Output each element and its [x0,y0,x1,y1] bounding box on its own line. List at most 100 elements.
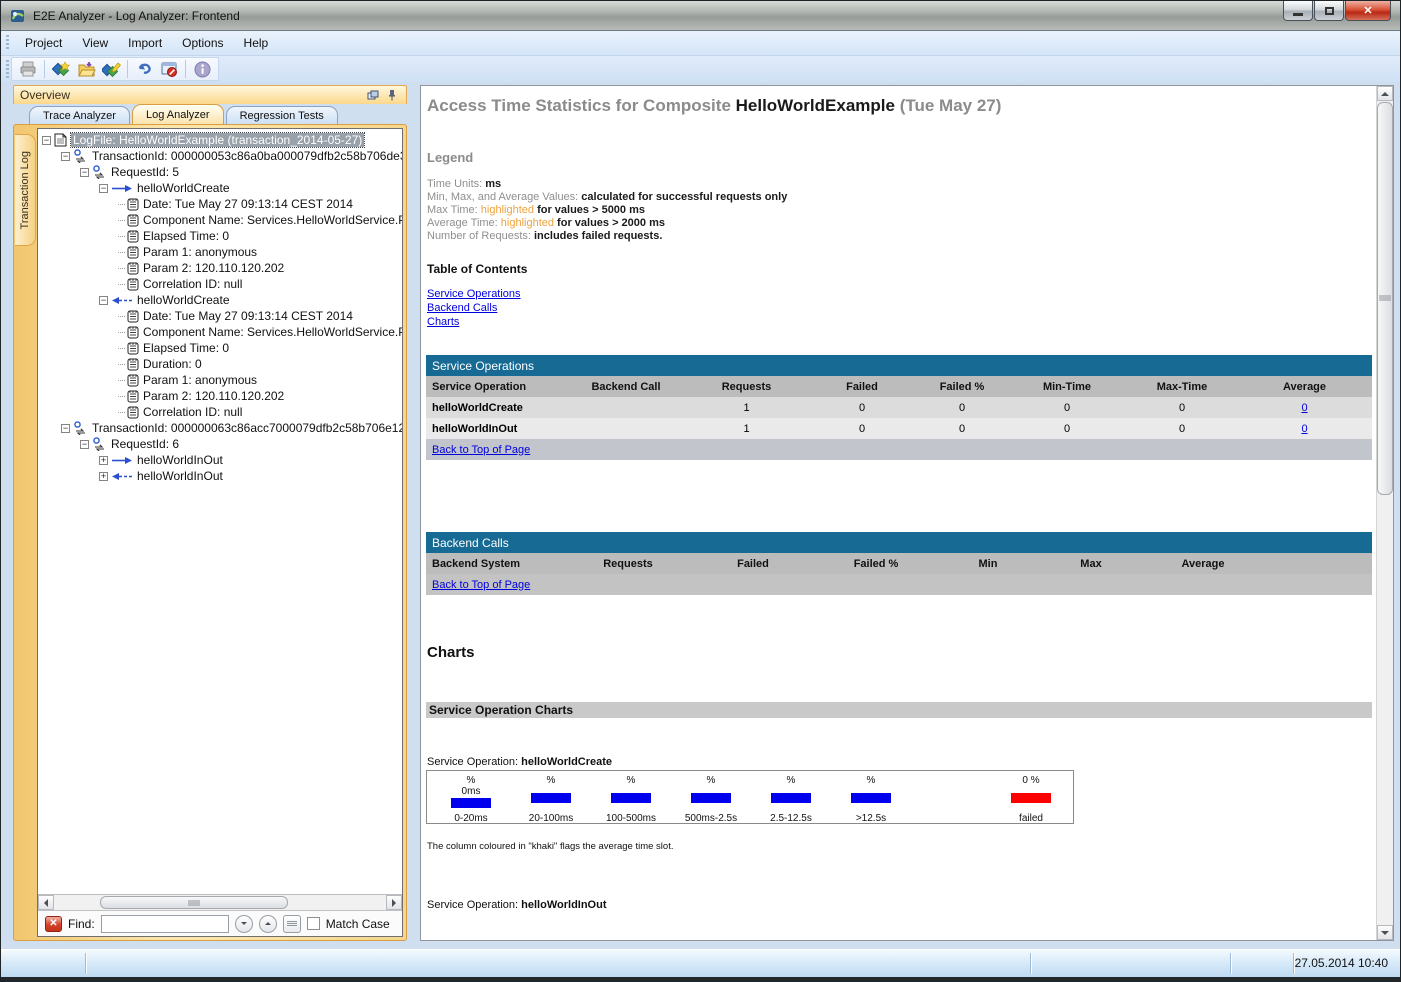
find-previous-icon[interactable] [259,915,277,933]
table-footer: Back to Top of Page [426,574,1372,595]
tree-row[interactable]: Correlation ID: null [42,404,402,420]
transaction-log-side-tab[interactable]: Transaction Log [15,134,36,246]
tree-row[interactable]: Component Name: Services.HelloWorldServi… [42,212,402,228]
chart-1: %0ms0-20ms%20-100ms%100-500ms%500ms-2.5s… [426,770,1074,824]
transaction-tree-box: −LogFile: HelloWorldExample (transaction… [37,128,403,937]
float-window-icon[interactable] [365,88,381,102]
doc-icon [127,358,139,371]
column-header-row: Service OperationBackend CallRequestsFai… [426,376,1372,397]
find-close-button[interactable]: ✕ [45,916,62,932]
printer-icon[interactable] [17,58,39,80]
tree-row[interactable]: −TransactionId: 000000053c86a0ba000079df… [42,148,402,164]
analyzer-edit-icon[interactable] [100,58,122,80]
tree-expander-icon[interactable]: − [80,168,89,177]
tree-row[interactable]: −helloWorldCreate [42,180,402,196]
scroll-right-icon[interactable] [386,895,402,910]
tree-row[interactable]: Param 2: 120.110.120.202 [42,260,402,276]
tree-expander-icon[interactable]: − [80,440,89,449]
menu-item-project[interactable]: Project [15,32,72,54]
transaction-icon [73,149,88,163]
tree-node-label: helloWorldInOut [137,469,223,483]
toc-link-service-operations[interactable]: Service Operations [427,288,521,300]
open-log-icon[interactable] [75,58,97,80]
scroll-down-icon[interactable] [1377,925,1393,940]
scroll-thumb[interactable] [100,896,288,909]
menu-item-options[interactable]: Options [172,32,233,54]
overview-panel-body: Transaction Log −LogFile: HelloWorldExam… [13,124,407,941]
tree-row[interactable]: Duration: 0 [42,356,402,372]
menu-item-import[interactable]: Import [118,32,172,54]
find-input[interactable] [101,915,229,933]
tree-expander-icon[interactable]: − [61,152,70,161]
tab-regression-tests[interactable]: Regression Tests [226,106,338,124]
match-case-checkbox[interactable] [307,917,320,930]
tree-row[interactable]: Elapsed Time: 0 [42,340,402,356]
toc-link-charts[interactable]: Charts [427,316,521,328]
tree-row[interactable]: −RequestId: 5 [42,164,402,180]
tab-trace-analyzer[interactable]: Trace Analyzer [29,106,130,124]
tree-row[interactable]: Param 2: 120.110.120.202 [42,388,402,404]
toc-link-backend-calls[interactable]: Backend Calls [427,302,521,314]
tree-node-label: Date: Tue May 27 09:13:14 CEST 2014 [143,197,353,211]
chart-1-caption: The column coloured in "khaki" flags the… [427,841,673,852]
back-to-top-link[interactable]: Back to Top of Page [432,444,530,456]
tree-expander-icon[interactable]: + [99,456,108,465]
toolbar [1,56,1400,82]
match-case-label: Match Case [326,917,390,931]
scroll-left-icon[interactable] [38,895,54,910]
average-link[interactable]: 0 [1301,423,1307,435]
screen-capture-icon[interactable] [158,58,180,80]
tree-expander-icon[interactable]: − [61,424,70,433]
tree-connector [118,252,125,253]
tree-row[interactable]: Param 1: anonymous [42,244,402,260]
back-to-top-link[interactable]: Back to Top of Page [432,579,530,591]
tree-connector [118,284,125,285]
table-cell [566,397,686,418]
tree-row[interactable]: −helloWorldCreate [42,292,402,308]
minimize-button[interactable] [1283,1,1313,21]
close-button[interactable]: ✕ [1345,1,1391,21]
tree-expander-icon[interactable]: − [99,184,108,193]
average-link[interactable]: 0 [1301,402,1307,414]
pin-icon[interactable] [384,88,400,102]
tree-expander-icon[interactable]: − [42,136,51,145]
analyzer-run-icon[interactable] [50,58,72,80]
tree-row[interactable]: Component Name: Services.HelloWorldServi… [42,324,402,340]
table-cell: 1 [686,418,807,439]
tree-row[interactable]: Correlation ID: null [42,276,402,292]
chart-bar [851,793,891,803]
find-next-icon[interactable] [235,915,253,933]
tree-row[interactable]: −LogFile: HelloWorldExample (transaction… [42,132,402,148]
restore-button[interactable] [1314,1,1344,21]
tree-expander-icon[interactable]: + [99,472,108,481]
scroll-up-icon[interactable] [1377,86,1393,101]
table-cell: 0 [917,397,1007,418]
service-operations-table: Service OperationsService OperationBacke… [426,355,1372,460]
tree-row[interactable]: +helloWorldInOut [42,452,402,468]
scroll-thumb[interactable] [1377,102,1393,495]
tree-row[interactable]: Elapsed Time: 0 [42,228,402,244]
overview-tabs: Trace AnalyzerLog AnalyzerRegression Tes… [13,104,407,124]
chart-bar [451,798,491,808]
window-bottom-edge [1,977,1400,981]
tree-row[interactable]: −RequestId: 6 [42,436,402,452]
highlight-all-icon[interactable] [283,915,301,933]
tree-row[interactable]: −TransactionId: 000000063c86acc7000079df… [42,420,402,436]
tree-row[interactable]: + helloWorldInOut [42,468,402,484]
column-header: Backend System [426,553,566,574]
tree-row[interactable]: Date: Tue May 27 09:13:14 CEST 2014 [42,308,402,324]
report-vertical-scrollbar[interactable] [1376,86,1393,940]
info-icon[interactable] [191,58,213,80]
tree-horizontal-scrollbar[interactable] [38,894,402,910]
status-datetime: 27.05.2014 10:40 [1295,956,1388,970]
chart-slot-label: failed [981,813,1081,824]
column-header: Requests [566,553,690,574]
tree-row[interactable]: Param 1: anonymous [42,372,402,388]
chart-percent-label: % [431,775,511,786]
tree-expander-icon[interactable]: − [99,296,108,305]
menu-item-view[interactable]: View [72,32,118,54]
undo-icon[interactable] [133,58,155,80]
menu-item-help[interactable]: Help [234,32,279,54]
tab-log-analyzer[interactable]: Log Analyzer [132,104,224,124]
tree-row[interactable]: Date: Tue May 27 09:13:14 CEST 2014 [42,196,402,212]
